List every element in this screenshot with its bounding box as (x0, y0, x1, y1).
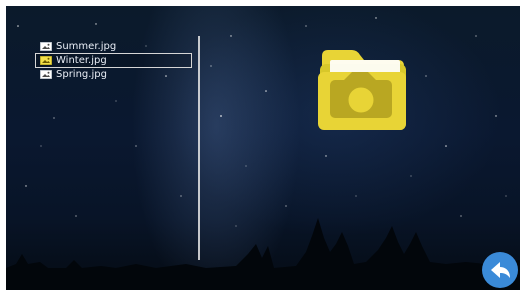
image-file-icon (40, 42, 52, 51)
folder-camera-icon (318, 50, 406, 130)
file-item-spring[interactable]: Spring.jpg (36, 68, 191, 81)
file-name: Winter.jpg (56, 55, 107, 66)
file-name: Spring.jpg (56, 69, 107, 80)
file-item-winter[interactable]: Winter.jpg (35, 53, 192, 68)
file-list: Summer.jpg Winter.jpg Spring.jpg (35, 40, 192, 82)
file-item-summer[interactable]: Summer.jpg (36, 40, 191, 53)
file-name: Summer.jpg (56, 41, 117, 52)
list-divider (198, 36, 200, 260)
photo-browser-screen: Summer.jpg Winter.jpg Spring.jpg (6, 6, 520, 290)
image-file-icon (40, 70, 52, 79)
back-button[interactable] (482, 252, 518, 288)
image-file-icon (40, 56, 52, 65)
back-arrow-icon (491, 262, 510, 278)
